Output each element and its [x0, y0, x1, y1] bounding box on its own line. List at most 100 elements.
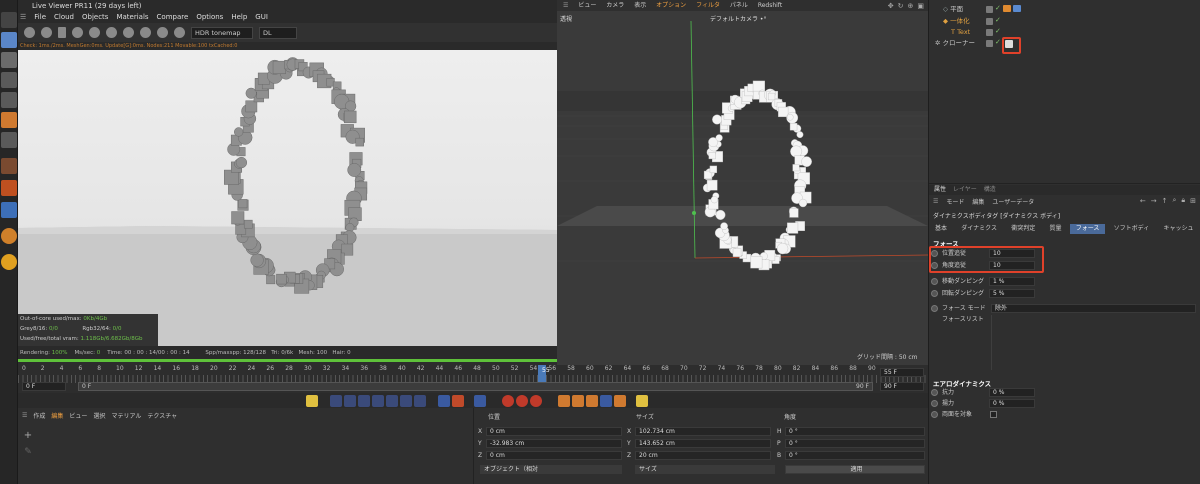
dollar-icon[interactable] — [1, 254, 17, 270]
mat-menu-create[interactable]: 作成 — [33, 411, 45, 420]
loop-icon[interactable] — [438, 395, 450, 407]
keyframe-icon[interactable] — [931, 290, 938, 297]
key-selection-icon[interactable] — [530, 395, 542, 407]
object-name[interactable]: 平面 — [950, 5, 963, 13]
pencil-icon[interactable]: ✎ — [22, 446, 34, 458]
search-icon[interactable]: ⌕ — [1172, 196, 1176, 205]
box-outline-icon[interactable] — [1, 92, 17, 108]
keyframe-record-icon[interactable] — [306, 395, 318, 407]
check-icon[interactable]: ✓ — [995, 16, 1001, 24]
size-z-field[interactable]: 20 cm — [635, 451, 771, 460]
tab-basic[interactable]: 基本 — [929, 224, 953, 234]
layout-icon[interactable]: ▣ — [917, 2, 924, 10]
back-arrow-icon[interactable]: ← — [1140, 197, 1146, 205]
camera-icon[interactable] — [123, 27, 134, 38]
mat-menu-texture[interactable]: テクスチャ — [147, 411, 177, 420]
texture-icon[interactable] — [1, 180, 17, 196]
param-key-icon[interactable] — [600, 395, 612, 407]
tab-attributes[interactable]: 属性 — [934, 186, 946, 193]
viewport[interactable]: ☰ ビュー カメラ 表示 オプション フィルタ パネル Redshift 透視 … — [557, 0, 928, 365]
linear-damping-field[interactable]: 1 % — [989, 277, 1035, 286]
move-view-icon[interactable]: ✥ — [888, 2, 894, 10]
lift-field[interactable]: 0 % — [989, 399, 1035, 408]
tab-mass[interactable]: 質量 — [1043, 224, 1067, 234]
hamburger-icon[interactable]: ☰ — [563, 2, 568, 9]
visibility-toggle[interactable] — [986, 40, 993, 47]
tab-softbody[interactable]: ソフトボディ — [1108, 224, 1156, 234]
zoom-view-icon[interactable]: ⊕ — [908, 2, 914, 10]
check-icon[interactable]: ✓ — [995, 38, 1001, 46]
position-key-icon[interactable] — [558, 395, 570, 407]
tab-layers[interactable]: レイヤー — [953, 186, 977, 193]
dynamics-icon[interactable] — [474, 395, 486, 407]
object-name[interactable]: Text — [957, 28, 970, 36]
settings-gear-icon[interactable] — [24, 27, 35, 38]
grid-cube-icon[interactable] — [1, 132, 17, 148]
menu-cloud[interactable]: Cloud — [54, 13, 74, 21]
scale-key-icon[interactable] — [586, 395, 598, 407]
force-list-box[interactable] — [991, 315, 1196, 370]
sphere-alt-icon[interactable] — [106, 27, 117, 38]
tab-dynamics[interactable]: ダイナミクス — [955, 224, 1003, 234]
hamburger-icon[interactable]: ☰ — [20, 13, 26, 21]
tab-force[interactable]: フォース — [1069, 224, 1106, 234]
region-icon[interactable] — [157, 27, 168, 38]
focus-icon[interactable] — [174, 27, 185, 38]
size-mode-select[interactable]: サイズ — [635, 465, 775, 474]
new-panel-icon[interactable]: ⊞ — [1190, 197, 1196, 205]
start-frame-field[interactable]: 0 F — [22, 382, 66, 391]
menu-options[interactable]: Options — [196, 13, 223, 21]
lock-icon[interactable] — [72, 27, 83, 38]
menu-gui[interactable]: GUI — [255, 13, 268, 21]
viewport-camera-label[interactable]: デフォルトカメラ •° — [710, 14, 766, 23]
vp-menu-filter[interactable]: フィルタ — [696, 2, 720, 9]
check-icon[interactable]: ✓ — [995, 27, 1001, 35]
vp-menu-redshift[interactable]: Redshift — [758, 2, 782, 9]
visibility-toggle[interactable] — [986, 29, 993, 36]
userdata-menu[interactable]: ユーザーデータ — [992, 197, 1034, 206]
tag-icon[interactable] — [1013, 5, 1021, 12]
rotation-b-field[interactable]: 0 ° — [785, 451, 925, 460]
axis-handle[interactable] — [692, 211, 696, 215]
mat-menu-select[interactable]: 選択 — [93, 411, 105, 420]
go-end-icon[interactable] — [414, 395, 426, 407]
hamburger-icon[interactable]: ☰ — [22, 412, 27, 419]
position-z-field[interactable]: 0 cm — [486, 451, 622, 460]
speed-icon[interactable] — [452, 395, 464, 407]
object-row-cloner[interactable]: ✲ クローナー — [935, 38, 975, 49]
check-icon[interactable]: ✓ — [995, 4, 1001, 12]
magnet-icon[interactable] — [1, 228, 17, 244]
current-frame-field[interactable]: 55 F — [880, 368, 924, 377]
tab-collision[interactable]: 衝突判定 — [1005, 224, 1041, 234]
next-frame-icon[interactable] — [386, 395, 398, 407]
prev-frame-icon[interactable] — [358, 395, 370, 407]
hamburger-icon[interactable]: ☰ — [933, 198, 938, 205]
vp-menu-camera[interactable]: カメラ — [606, 2, 624, 9]
vp-menu-options[interactable]: オプション — [656, 2, 686, 9]
drag-field[interactable]: 0 % — [989, 388, 1035, 397]
menu-materials[interactable]: Materials — [116, 13, 148, 21]
grid-plane-icon[interactable] — [1, 202, 17, 218]
save-icon[interactable] — [140, 27, 151, 38]
orange-cube-icon[interactable] — [1, 112, 17, 128]
menu-help[interactable]: Help — [231, 13, 247, 21]
mat-menu-view[interactable]: ビュー — [69, 411, 87, 420]
go-start-icon[interactable] — [330, 395, 342, 407]
two-sided-checkbox[interactable] — [990, 411, 997, 418]
object-row-connect[interactable]: ◆ 一体化 — [943, 16, 970, 27]
next-key-icon[interactable] — [400, 395, 412, 407]
up-arrow-icon[interactable]: ↑ — [1162, 197, 1168, 205]
coord-mode-select[interactable]: オブジェクト（相対 — [480, 465, 622, 474]
auto-key-icon[interactable] — [516, 395, 528, 407]
size-y-field[interactable]: 143.652 cm — [635, 439, 771, 448]
forward-arrow-icon[interactable]: → — [1151, 197, 1157, 205]
position-x-field[interactable]: 0 cm — [486, 427, 622, 436]
position-y-field[interactable]: -32.983 cm — [486, 439, 622, 448]
angular-damping-field[interactable]: 5 % — [989, 289, 1035, 298]
render-view[interactable] — [18, 50, 557, 346]
visibility-toggle[interactable] — [986, 18, 993, 25]
pause-icon[interactable] — [58, 27, 66, 38]
motion-icon[interactable] — [636, 395, 648, 407]
mode-menu[interactable]: モード — [946, 197, 964, 206]
point-key-icon[interactable] — [614, 395, 626, 407]
